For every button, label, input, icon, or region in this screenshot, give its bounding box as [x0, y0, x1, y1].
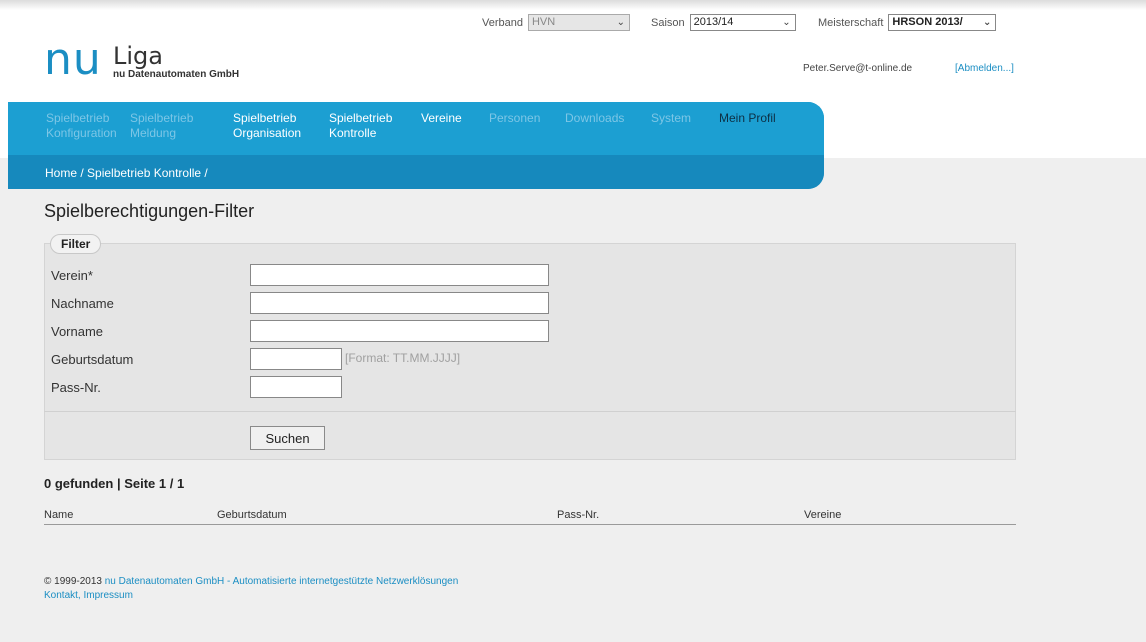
nav-item-spielbetrieb-meldung[interactable]: Spielbetrieb Meldung: [130, 111, 193, 141]
footer-copyright-line: © 1999-2013 nu Datenautomaten GmbH - Aut…: [44, 576, 458, 587]
meisterschaft-selector: Meisterschaft HRSON 2013/ ⌄: [818, 14, 997, 31]
nav-item-line1: Personen: [489, 111, 541, 125]
window-top-shadow: [0, 0, 1146, 10]
verband-value: HVN: [531, 16, 556, 28]
footer-contact-link[interactable]: Kontakt, Impressum: [44, 590, 133, 601]
chevron-down-icon: ⌄: [616, 17, 625, 28]
nachname-input[interactable]: [250, 292, 549, 314]
nav-item-spielbetrieb-organisation[interactable]: Spielbetrieb Organisation: [233, 111, 301, 141]
geburtsdatum-label: Geburtsdatum: [51, 352, 134, 367]
verein-input[interactable]: [250, 264, 549, 286]
saison-select[interactable]: 2013/14 ⌄: [689, 14, 796, 31]
nav-item-line1: Vereine: [421, 111, 462, 125]
saison-value: 2013/14: [693, 16, 734, 28]
nav-item-line2: Organisation: [233, 126, 302, 140]
nav-item-line1: Spielbetrieb: [233, 111, 297, 125]
nav-item-line1: Downloads: [565, 111, 625, 125]
result-summary: 0 gefunden | Seite 1 / 1: [44, 476, 185, 491]
verband-label: Verband: [482, 16, 523, 29]
user-email: Peter.Serve@t-online.de: [803, 63, 913, 74]
verband-select[interactable]: HVN ⌄: [527, 14, 630, 31]
filter-legend: Filter: [50, 234, 102, 254]
nav-item-line2: Meldung: [130, 126, 177, 140]
meisterschaft-select[interactable]: HRSON 2013/ ⌄: [888, 14, 997, 31]
nav-item-downloads[interactable]: Downloads: [565, 111, 624, 126]
pass-nr-label: Pass-Nr.: [51, 380, 101, 395]
breadcrumb-bar: Home / Spielbetrieb Kontrolle /: [8, 155, 824, 189]
nav-item-spielbetrieb-konfiguration[interactable]: Spielbetrieb Konfiguration: [46, 111, 117, 141]
logo-liga-text: Liga: [113, 42, 163, 70]
saison-label: Saison: [651, 16, 685, 29]
filter-divider: [44, 411, 1016, 412]
page-title: Spielberechtigungen-Filter: [44, 201, 255, 221]
vorname-label: Vorname: [51, 324, 104, 339]
meisterschaft-value: HRSON 2013/: [892, 16, 963, 28]
nav-item-line1: Spielbetrieb: [329, 111, 393, 125]
nav-item-personen[interactable]: Personen: [489, 111, 540, 126]
verein-label: Verein*: [51, 268, 93, 283]
verband-selector: Verband HVN ⌄: [482, 14, 630, 31]
nav-item-vereine[interactable]: Vereine: [421, 111, 462, 126]
meisterschaft-label: Meisterschaft: [818, 16, 884, 29]
nav-item-line2: Konfiguration: [46, 126, 117, 140]
table-header-divider: [44, 524, 1016, 525]
breadcrumb[interactable]: Home / Spielbetrieb Kontrolle /: [45, 166, 208, 180]
nav-item-line2: Kontrolle: [329, 126, 377, 140]
nav-item-system[interactable]: System: [651, 111, 691, 126]
nav-item-spielbetrieb-kontrolle[interactable]: Spielbetrieb Kontrolle: [329, 111, 392, 141]
nav-item-mein-profil[interactable]: Mein Profil: [719, 111, 776, 126]
geburtsdatum-input[interactable]: [250, 348, 342, 370]
column-header-name[interactable]: Name: [44, 509, 73, 521]
footer-company-link[interactable]: nu Datenautomaten GmbH - Automatisierte …: [105, 576, 459, 587]
main-navigation: Spielbetrieb Konfiguration Spielbetrieb …: [8, 102, 824, 189]
nav-item-line1: Mein Profil: [719, 111, 776, 125]
nav-item-line1: Spielbetrieb: [130, 111, 194, 125]
vorname-input[interactable]: [250, 320, 549, 342]
logo-nu-mark: nu: [44, 34, 102, 85]
chevron-down-icon: ⌄: [782, 17, 791, 28]
logout-link[interactable]: [Abmelden...]: [955, 63, 1014, 74]
nachname-label: Nachname: [51, 296, 114, 311]
chevron-down-icon: ⌄: [983, 17, 992, 28]
search-button[interactable]: Suchen: [250, 426, 325, 450]
nav-item-line1: Spielbetrieb: [46, 111, 110, 125]
pass-nr-input[interactable]: [250, 376, 342, 398]
nav-item-line1: System: [651, 111, 692, 125]
footer-copyright: © 1999-2013: [44, 576, 102, 587]
date-format-hint: [Format: TT.MM.JJJJ]: [345, 351, 461, 365]
column-header-vereine[interactable]: Vereine: [804, 509, 841, 521]
logo-company-text: nu Datenautomaten GmbH: [113, 69, 240, 80]
nav-menu-row: Spielbetrieb Konfiguration Spielbetrieb …: [8, 102, 824, 155]
column-header-pass-nr[interactable]: Pass-Nr.: [557, 509, 599, 521]
column-header-geburtsdatum[interactable]: Geburtsdatum: [217, 509, 287, 521]
saison-selector: Saison 2013/14 ⌄: [651, 14, 796, 31]
